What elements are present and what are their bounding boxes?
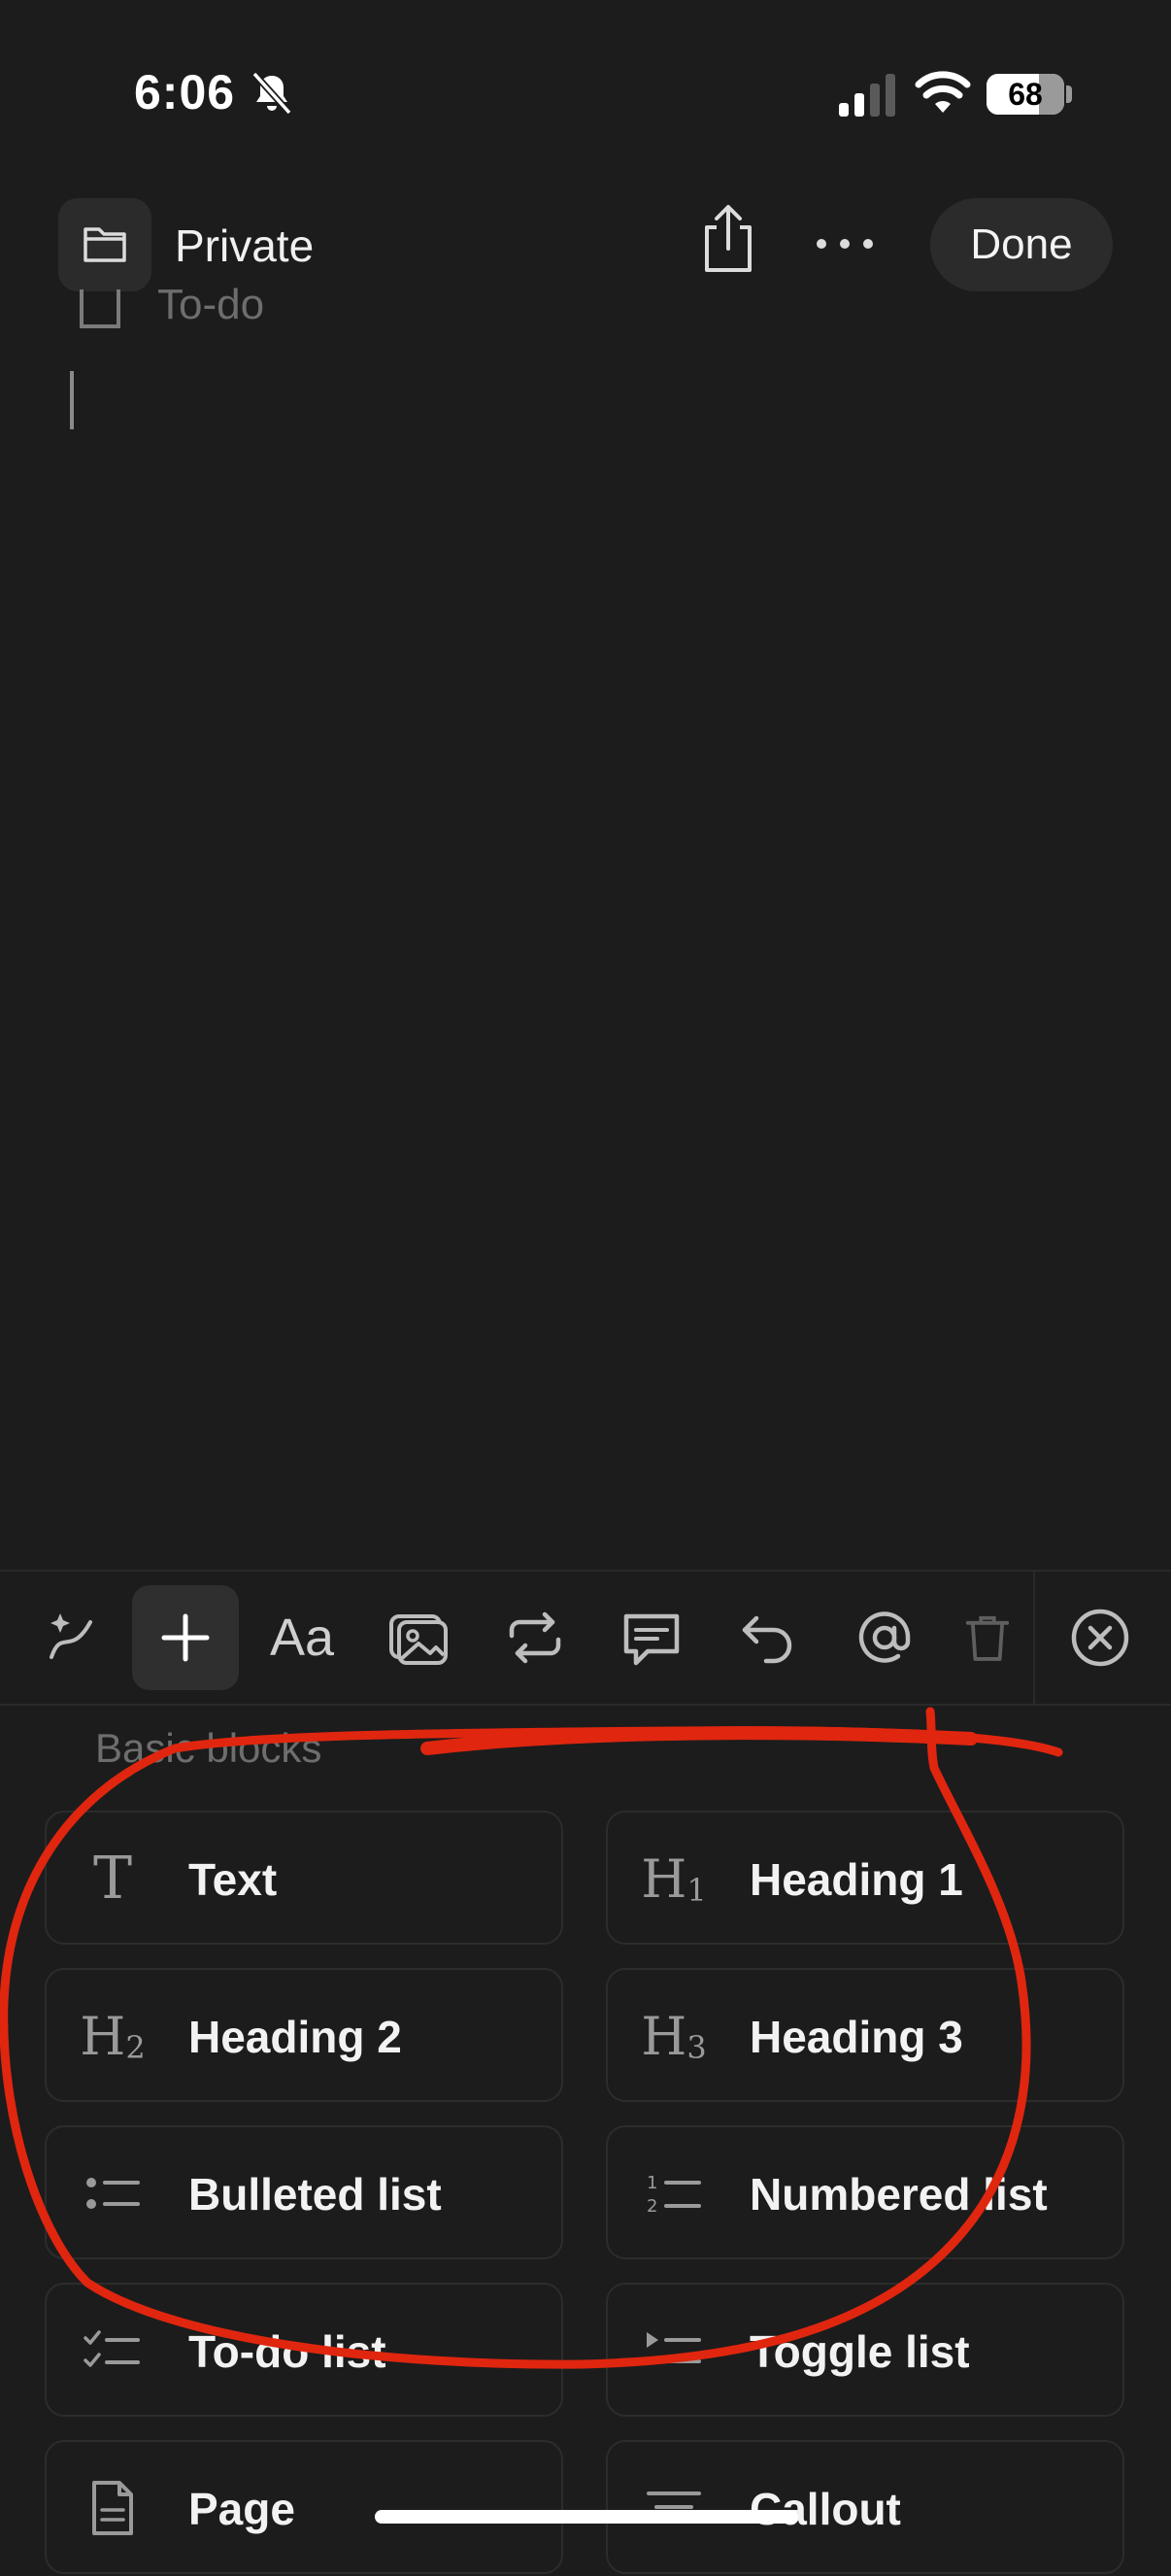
comment-icon — [623, 1613, 680, 1666]
block-label: Heading 1 — [750, 1854, 963, 1905]
toolbar-comment-button[interactable] — [598, 1585, 705, 1690]
toolbar-mention-button[interactable] — [831, 1585, 938, 1690]
at-sign-icon — [858, 1611, 911, 1663]
block-heading-1[interactable]: H1 Heading 1 — [606, 1811, 1124, 1945]
close-icon — [1071, 1609, 1129, 1667]
heading-2-icon: H2 — [80, 2005, 146, 2067]
undo-icon — [742, 1615, 792, 1664]
block-label: Text — [188, 1854, 278, 1905]
folder-button[interactable] — [58, 198, 151, 291]
block-page[interactable]: Page — [45, 2440, 563, 2574]
status-time: 6:06 — [134, 65, 236, 119]
toggle-list-icon — [637, 2314, 711, 2388]
block-numbered-list[interactable]: 1 2 Numbered list — [606, 2125, 1124, 2259]
block-bulleted-list[interactable]: Bulleted list — [45, 2125, 563, 2259]
share-icon[interactable] — [691, 202, 765, 280]
toolbar-divider — [1033, 1572, 1035, 1704]
section-label: Basic blocks — [95, 1725, 322, 1771]
numbered-list-icon: 1 2 — [637, 2156, 711, 2230]
home-indicator — [375, 2510, 798, 2524]
toolbar-text-style-button[interactable]: Aa — [249, 1585, 355, 1690]
more-options-icon[interactable] — [808, 220, 882, 268]
block-todo-list[interactable]: To-do list — [45, 2283, 563, 2417]
plus-icon — [161, 1613, 210, 1662]
block-heading-2[interactable]: H2 Heading 2 — [45, 1968, 563, 2102]
block-callout[interactable]: Callout — [606, 2440, 1124, 2574]
silent-bell-icon — [251, 71, 292, 116]
cellular-signal-icon — [839, 74, 895, 117]
block-text[interactable]: T Text — [45, 1811, 563, 1945]
todo-checkbox[interactable] — [80, 289, 120, 328]
block-label: Toggle list — [750, 2326, 970, 2377]
editor-toolbar: Aa — [0, 1570, 1171, 1706]
bulleted-list-icon — [76, 2156, 150, 2230]
folder-icon — [84, 227, 126, 262]
toolbar-undo-button[interactable] — [715, 1585, 821, 1690]
wifi-icon — [915, 71, 971, 113]
block-toggle-list[interactable]: Toggle list — [606, 2283, 1124, 2417]
toolbar-delete-button[interactable] — [946, 1585, 1014, 1690]
toolbar-turn-into-button[interactable] — [482, 1585, 588, 1690]
block-label: Heading 2 — [188, 2012, 402, 2062]
page-title: Private — [175, 220, 315, 271]
toolbar-media-button[interactable] — [365, 1585, 472, 1690]
battery-cap — [1066, 85, 1072, 103]
block-label: To-do list — [188, 2326, 386, 2377]
toolbar-add-block-button[interactable] — [132, 1585, 239, 1690]
todo-list-icon — [76, 2314, 150, 2388]
trash-icon — [965, 1615, 1010, 1661]
text-cursor — [70, 371, 74, 429]
image-icon — [389, 1614, 448, 1665]
text-icon: T — [92, 1845, 133, 1913]
block-heading-3[interactable]: H3 Heading 3 — [606, 1968, 1124, 2102]
battery-level-text: 68 — [1008, 77, 1043, 112]
repeat-icon — [509, 1611, 561, 1664]
toolbar-close-button[interactable] — [1047, 1585, 1154, 1690]
battery-indicator: 68 — [987, 74, 1064, 115]
block-label: Heading 3 — [750, 2012, 963, 2062]
block-label: Numbered list — [750, 2169, 1048, 2220]
block-label: Callout — [750, 2484, 901, 2534]
heading-3-icon: H3 — [641, 2005, 707, 2067]
page-icon — [76, 2471, 150, 2545]
todo-placeholder[interactable]: To-do — [157, 284, 264, 328]
svg-text:1: 1 — [647, 2173, 657, 2193]
toolbar-ai-button[interactable] — [17, 1585, 124, 1690]
block-label: Page — [188, 2484, 295, 2534]
block-label: Bulleted list — [188, 2169, 442, 2220]
done-button[interactable]: Done — [930, 198, 1113, 291]
heading-1-icon: H1 — [641, 1847, 707, 1910]
svg-text:2: 2 — [647, 2196, 657, 2217]
callout-icon — [637, 2471, 711, 2545]
ai-sparkle-icon — [50, 1613, 92, 1659]
